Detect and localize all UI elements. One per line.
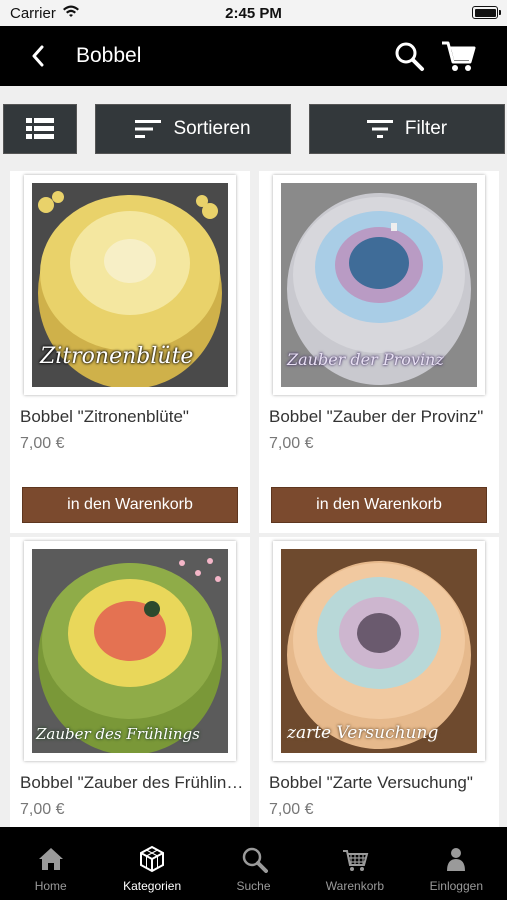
tab-login[interactable]: Einloggen xyxy=(406,827,507,900)
tab-label: Einloggen xyxy=(429,879,484,893)
tab-label: Home xyxy=(34,879,67,893)
product-name[interactable]: Bobbel "Zarte Versuchung" xyxy=(269,773,495,793)
yarn-ball-image xyxy=(32,549,228,753)
product-card[interactable]: Zitronenblüte Bobbel "Zitronenblüte" 7,0… xyxy=(10,171,250,533)
tab-label: Suche xyxy=(236,879,271,893)
sort-label: Sortieren xyxy=(173,118,251,139)
search-icon[interactable] xyxy=(393,40,425,72)
sort-button[interactable]: Sortieren xyxy=(95,104,291,154)
product-image[interactable]: Zitronenblüte xyxy=(24,175,236,395)
tab-label: Warenkorb xyxy=(325,879,385,893)
product-image[interactable]: Zauber der Provinz xyxy=(273,175,485,395)
view-toggle-button[interactable] xyxy=(3,104,77,154)
tab-categories[interactable]: Kategorien xyxy=(101,827,202,900)
product-image[interactable]: Zauber des Frühlings xyxy=(24,541,236,761)
filter-icon xyxy=(366,120,393,138)
product-card[interactable]: zarte Versuchung Bobbel "Zarte Versuchun… xyxy=(259,537,499,827)
page-title: Bobbel xyxy=(76,44,142,67)
tab-search[interactable]: Suche xyxy=(203,827,304,900)
list-toolbar: Sortieren Filter xyxy=(0,86,507,172)
magnifier-icon xyxy=(242,847,268,873)
image-caption: Zitronenblüte xyxy=(40,344,194,369)
home-icon xyxy=(38,848,63,870)
clock: 2:45 PM xyxy=(225,5,282,22)
back-button[interactable] xyxy=(24,42,52,70)
tab-bar: Home Kategorien Suche Warenkorb Einlogge… xyxy=(0,827,507,900)
product-card[interactable]: Zauber der Provinz Bobbel "Zauber der Pr… xyxy=(259,171,499,533)
image-caption: Zauber der Provinz xyxy=(287,350,444,369)
basket-icon xyxy=(342,850,369,871)
image-caption: Zauber des Frühlings xyxy=(36,725,200,743)
product-card[interactable]: Zauber des Frühlings Bobbel "Zauber des … xyxy=(10,537,250,827)
status-bar: Carrier 2:45 PM xyxy=(0,0,507,26)
add-to-cart-button[interactable]: in den Warenkorb xyxy=(271,487,487,523)
tab-cart[interactable]: Warenkorb xyxy=(304,827,405,900)
tab-label: Kategorien xyxy=(123,879,182,893)
image-caption: zarte Versuchung xyxy=(287,723,439,743)
navigation-bar: Bobbel xyxy=(0,26,507,86)
person-icon xyxy=(447,848,466,871)
product-name[interactable]: Bobbel "Zauber des Frühlings" xyxy=(20,773,246,793)
back-chevron-icon xyxy=(32,45,44,67)
product-price: 7,00 € xyxy=(269,435,314,452)
product-price: 7,00 € xyxy=(269,801,314,818)
product-name[interactable]: Bobbel "Zauber der Provinz" xyxy=(269,407,495,427)
cart-icon[interactable] xyxy=(440,38,476,74)
filter-label: Filter xyxy=(404,118,448,139)
product-image[interactable]: zarte Versuchung xyxy=(273,541,485,761)
product-price: 7,00 € xyxy=(20,801,65,818)
sort-icon xyxy=(135,120,162,138)
product-price: 7,00 € xyxy=(20,435,65,452)
battery-icon xyxy=(472,6,501,19)
add-to-cart-button[interactable]: in den Warenkorb xyxy=(22,487,238,523)
cube-icon xyxy=(140,845,165,873)
product-name[interactable]: Bobbel "Zitronenblüte" xyxy=(20,407,246,427)
tab-home[interactable]: Home xyxy=(0,827,101,900)
filter-button[interactable]: Filter xyxy=(309,104,505,154)
list-view-icon xyxy=(26,118,54,139)
